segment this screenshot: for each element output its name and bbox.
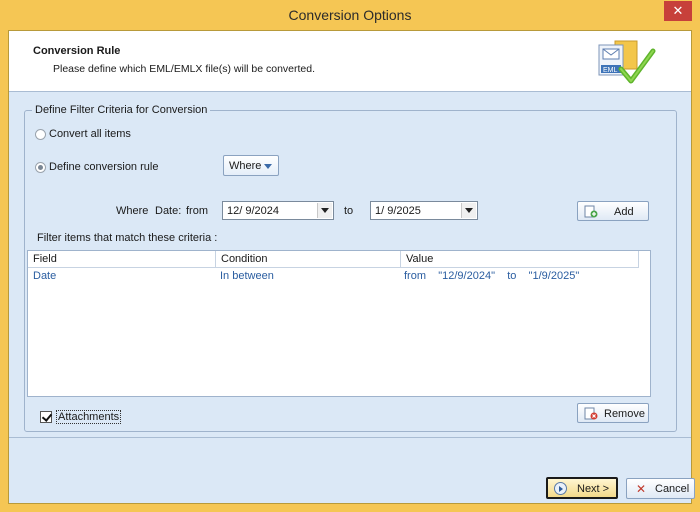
to-date-picker[interactable]: 1/ 9/2025 bbox=[370, 201, 478, 220]
column-header-value[interactable]: Value bbox=[401, 251, 639, 268]
from-date-value: 12/ 9/2024 bbox=[227, 205, 279, 217]
from-date-picker[interactable]: 12/ 9/2024 bbox=[222, 201, 334, 220]
where-label: Where bbox=[116, 205, 149, 217]
to-label: to bbox=[344, 205, 354, 217]
add-icon bbox=[584, 205, 598, 218]
logo-text: EML bbox=[603, 67, 618, 74]
column-header-field[interactable]: Field bbox=[28, 251, 216, 268]
attachments-label[interactable]: Attachments bbox=[56, 410, 122, 424]
cancel-button-label: Cancel bbox=[655, 483, 690, 495]
header-panel: Conversion Rule Please define which EML/… bbox=[9, 31, 691, 92]
from-label: from bbox=[186, 205, 208, 217]
attachments-checkbox[interactable] bbox=[40, 411, 52, 423]
table-row-value[interactable]: from "12/9/2024" to "1/9/2025" bbox=[404, 270, 579, 282]
define-rule-label[interactable]: Define conversion rule bbox=[49, 161, 158, 173]
header-title: Conversion Rule bbox=[33, 45, 121, 57]
rule-type-dropdown[interactable]: Where bbox=[223, 155, 279, 176]
filter-group-label: Define Filter Criteria for Conversion bbox=[32, 104, 211, 116]
from-date-dropdown[interactable] bbox=[317, 203, 332, 218]
eml-check-icon: EML bbox=[595, 39, 659, 87]
title-bar: Conversion Options ✕ bbox=[0, 0, 700, 30]
dialog-client: Conversion Rule Please define which EML/… bbox=[8, 30, 695, 504]
convert-all-label[interactable]: Convert all items bbox=[49, 128, 131, 140]
to-date-dropdown[interactable] bbox=[461, 203, 476, 218]
next-arrow-icon bbox=[554, 482, 567, 495]
table-row-field[interactable]: Date bbox=[33, 270, 56, 282]
date-label: Date: bbox=[155, 205, 182, 217]
remove-button-label: Remove bbox=[604, 408, 645, 420]
chevron-down-icon bbox=[264, 164, 272, 169]
add-button[interactable]: Add bbox=[577, 201, 649, 221]
remove-button[interactable]: Remove bbox=[577, 403, 649, 423]
cancel-x-icon: ✕ bbox=[636, 482, 647, 496]
header-subtitle: Please define which EML/EMLX file(s) wil… bbox=[53, 63, 316, 75]
criteria-label: Filter items that match these criteria : bbox=[37, 232, 218, 244]
define-rule-radio[interactable] bbox=[35, 162, 46, 173]
add-button-label: Add bbox=[614, 206, 634, 218]
remove-icon bbox=[584, 407, 598, 420]
to-date-value: 1/ 9/2025 bbox=[375, 205, 421, 217]
close-button[interactable]: ✕ bbox=[664, 1, 692, 21]
window-title: Conversion Options bbox=[288, 7, 412, 23]
column-header-condition[interactable]: Condition bbox=[216, 251, 401, 268]
table-row-condition[interactable]: In between bbox=[220, 270, 274, 282]
rule-type-value: Where bbox=[229, 160, 262, 172]
criteria-grid[interactable]: Field Condition Value Date In between fr… bbox=[27, 250, 651, 397]
cancel-button[interactable]: ✕ Cancel bbox=[626, 478, 695, 499]
next-button-label: Next > bbox=[577, 483, 610, 495]
footer-separator bbox=[9, 437, 691, 438]
chevron-down-icon bbox=[465, 208, 473, 213]
convert-all-radio[interactable] bbox=[35, 129, 46, 140]
chevron-down-icon bbox=[321, 208, 329, 213]
next-button[interactable]: Next > bbox=[546, 477, 618, 499]
